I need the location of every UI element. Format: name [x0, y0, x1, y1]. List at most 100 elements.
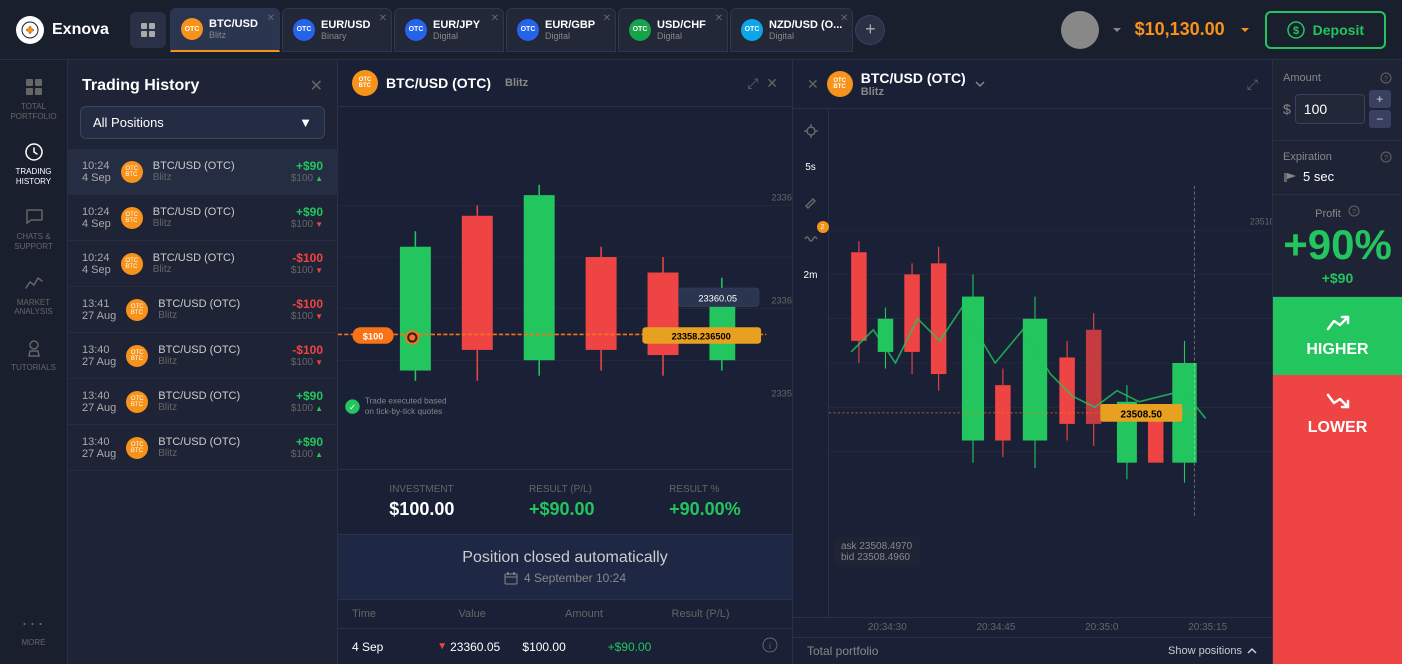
- tab-close-eur-jpy[interactable]: ✕: [491, 13, 499, 24]
- result-pct-value: +90.00%: [669, 499, 741, 520]
- deposit-label: Deposit: [1313, 22, 1364, 38]
- right-chart-close-button[interactable]: ✕: [807, 76, 819, 93]
- right-chart-expand-button[interactable]: ⤢: [1247, 76, 1258, 93]
- svg-text:23508.50: 23508.50: [1121, 409, 1163, 420]
- right-time-2: 20:34:45: [976, 622, 1015, 633]
- amount-label-text: Amount: [1283, 72, 1321, 84]
- logo[interactable]: Exnova: [0, 16, 130, 44]
- tab-sub-eur-jpy: Digital: [433, 31, 480, 41]
- tab-nzd-usd[interactable]: ✕ OTC NZD/USD (O... Digital: [730, 8, 853, 52]
- sidebar-label-portfolio: TOTALPORTFOLIO: [10, 102, 56, 121]
- history-close-button[interactable]: ✕: [310, 76, 323, 96]
- tab-eur-gbp[interactable]: ✕ OTC EUR/GBP Digital: [506, 8, 616, 52]
- sidebar-item-trading-history[interactable]: TRADINGHISTORY: [0, 133, 67, 194]
- info-icon: i: [762, 637, 778, 653]
- trade-item[interactable]: 10:24 4 Sep OTCBTC BTC/USD (OTC) Blitz +…: [68, 195, 337, 241]
- deposit-button[interactable]: $ Deposit: [1265, 11, 1386, 49]
- amount-decrease-button[interactable]: −: [1369, 110, 1391, 128]
- higher-button[interactable]: HIGHER: [1273, 297, 1402, 375]
- chart-close-button[interactable]: ✕: [766, 75, 778, 92]
- tab-close-nzd[interactable]: ✕: [840, 13, 848, 24]
- investment-label: INVESTMENT: [389, 484, 454, 495]
- nav-right: $10,130.00 $ Deposit: [1045, 11, 1402, 49]
- ask-bid-info: ask 23508.4970 bid 23508.4960: [833, 537, 920, 567]
- wave-button[interactable]: 2: [797, 225, 825, 253]
- history-icon: [23, 141, 45, 163]
- position-closed-date: 4 September 10:24: [352, 571, 778, 585]
- amount-input[interactable]: [1295, 94, 1365, 124]
- table-header: Time Value Amount Result (P/L): [338, 599, 792, 628]
- add-tab-button[interactable]: +: [855, 15, 885, 45]
- filter-dropdown[interactable]: All Positions ▼: [80, 106, 325, 139]
- chart-dropdown-icon[interactable]: [974, 78, 986, 90]
- sidebar-item-total-portfolio[interactable]: TOTALPORTFOLIO: [0, 68, 67, 129]
- crosshair-icon: [804, 124, 818, 138]
- total-portfolio-bar: Total portfolio Show positions: [793, 637, 1272, 664]
- tab-usd-chf[interactable]: ✕ OTC USD/CHF Digital: [618, 8, 728, 52]
- lower-label: LOWER: [1308, 419, 1368, 437]
- tutorials-icon: [23, 337, 45, 359]
- trade-date: 4 Sep: [82, 172, 111, 184]
- balance-display[interactable]: $10,130.00: [1135, 19, 1225, 40]
- trade-item[interactable]: 13:40 27 Aug OTCBTC BTC/USD (OTC) Blitz …: [68, 379, 337, 425]
- time-5s-label: 5s: [805, 162, 816, 173]
- sidebar-item-market-analysis[interactable]: MARKETANALYSIS: [0, 264, 67, 325]
- expiration-label: Expiration ?: [1283, 151, 1392, 163]
- chart-expand-button[interactable]: ⤢: [747, 75, 758, 92]
- tab-icon-nzd: OTC: [741, 19, 763, 41]
- table-row: 4 Sep ▼ 23360.05 $100.00 +$90.00 i: [338, 628, 792, 664]
- profit-section: Profit ? +90% +$90: [1273, 195, 1402, 297]
- result-pct-stat: RESULT % +90.00%: [669, 484, 741, 520]
- tab-icon-eur-gbp: OTC: [517, 19, 539, 41]
- tab-eur-usd[interactable]: ✕ OTC EUR/USD Binary: [282, 8, 392, 52]
- trade-item[interactable]: 10:24 4 Sep OTCBTC BTC/USD (OTC) Blitz +…: [68, 149, 337, 195]
- balance-dropdown-icon[interactable]: [1237, 22, 1253, 38]
- right-time-3: 20:35:0: [1085, 622, 1118, 633]
- pencil-button[interactable]: [797, 189, 825, 217]
- lower-button[interactable]: LOWER: [1273, 375, 1402, 664]
- left-chart-panel: OTCBTC BTC/USD (OTC) Blitz ⤢ ✕ 23365 233…: [338, 60, 792, 664]
- tab-eur-jpy[interactable]: ✕ OTC EUR/JPY Digital: [394, 8, 504, 52]
- trade-item[interactable]: 13:40 27 Aug OTCBTC BTC/USD (OTC) Blitz …: [68, 425, 337, 471]
- tab-name-eur-usd: EUR/USD: [321, 19, 371, 31]
- trade-asset-icon: OTCBTC: [126, 299, 148, 321]
- history-title: Trading History: [82, 77, 199, 95]
- result-pl-value: +$90.00: [529, 499, 595, 520]
- time-5s-button[interactable]: 5s: [797, 153, 825, 181]
- sidebar-item-chats[interactable]: CHATS &SUPPORT: [0, 198, 67, 259]
- amount-increase-button[interactable]: +: [1369, 90, 1391, 108]
- crosshair-button[interactable]: [797, 117, 825, 145]
- time-2m-label: 2m: [804, 270, 818, 281]
- trade-item[interactable]: 13:40 27 Aug OTCBTC BTC/USD (OTC) Blitz …: [68, 333, 337, 379]
- time-2m-button[interactable]: 2m: [797, 261, 825, 289]
- trade-asset-icon: OTCBTC: [126, 437, 148, 459]
- tab-close-eur-usd[interactable]: ✕: [379, 13, 387, 24]
- trade-item[interactable]: 13:41 27 Aug OTCBTC BTC/USD (OTC) Blitz …: [68, 287, 337, 333]
- show-positions-chevron-icon: [1246, 645, 1258, 657]
- svg-text:23355: 23355: [771, 388, 792, 398]
- higher-label: HIGHER: [1306, 341, 1368, 359]
- user-avatar[interactable]: [1061, 11, 1099, 49]
- tab-btc-usd[interactable]: ✕ OTC BTC/USD Blitz: [170, 8, 280, 52]
- svg-text:i: i: [769, 641, 771, 651]
- sidebar-label-chats: CHATS &SUPPORT: [14, 232, 53, 251]
- tab-icon-btc: OTC: [181, 18, 203, 40]
- avatar-dropdown-icon[interactable]: [1111, 24, 1123, 36]
- trading-controls-panel: Amount ? $ + − Expiration ?: [1272, 60, 1402, 664]
- sidebar-item-tutorials[interactable]: TUTORIALS: [0, 329, 67, 381]
- chart-area: 23365 23360 23355: [338, 107, 792, 469]
- trade-subtype: Blitz: [153, 172, 281, 183]
- sidebar-item-more[interactable]: ··· MORE: [0, 605, 67, 656]
- grid-view-button[interactable]: [130, 12, 166, 48]
- svg-text:?: ?: [1352, 209, 1356, 216]
- svg-text:$: $: [1293, 25, 1299, 37]
- show-positions-label: Show positions: [1168, 645, 1242, 657]
- filter-label: All Positions: [93, 115, 164, 130]
- tab-close-btc[interactable]: ✕: [267, 13, 275, 24]
- trade-item[interactable]: 10:24 4 Sep OTCBTC BTC/USD (OTC) Blitz -…: [68, 241, 337, 287]
- show-positions-button[interactable]: Show positions: [1168, 645, 1258, 657]
- tab-close-usd-chf[interactable]: ✕: [715, 13, 723, 24]
- tab-close-eur-gbp[interactable]: ✕: [603, 13, 611, 24]
- market-icon: [23, 272, 45, 294]
- chart-asset-name: BTC/USD (OTC): [386, 75, 491, 91]
